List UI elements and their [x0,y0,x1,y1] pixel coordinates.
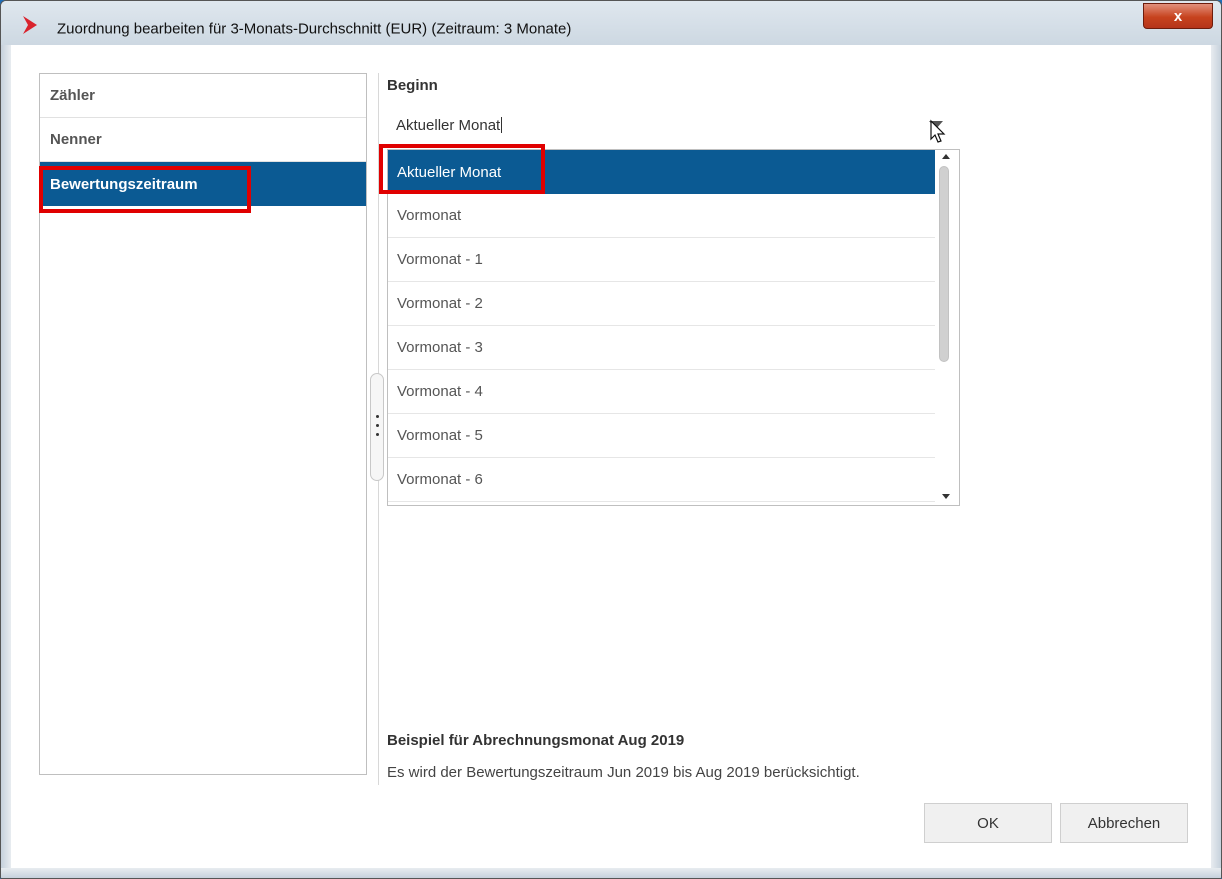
cancel-button[interactable]: Abbrechen [1060,803,1188,843]
grip-dot [376,433,379,436]
window-title: Zuordnung bearbeiten für 3-Monats-Durchs… [57,20,572,38]
scroll-down-icon[interactable] [942,494,950,499]
beginn-dropdown-list: Aktueller Monat Vormonat Vormonat - 1 Vo… [387,149,960,506]
splitter-handle[interactable] [370,373,384,481]
example-title: Beispiel für Abrechnungsmonat Aug 2019 [387,732,685,749]
window-frame-bottom [1,868,1221,878]
scroll-up-icon[interactable] [942,154,950,159]
dropdown-option[interactable]: Vormonat - 1 [388,238,935,282]
app-logo-icon [23,16,37,34]
beginn-label: Beginn [387,77,438,94]
nav-item-label: Nenner [50,131,102,148]
highlight-box-nav [39,166,251,213]
dropdown-option[interactable]: Vormonat [388,194,935,238]
grip-dot [376,424,379,427]
dropdown-option[interactable]: Vormonat - 6 [388,458,935,502]
dropdown-option[interactable]: Vormonat - 3 [388,326,935,370]
nav-item-label: Zähler [50,87,96,104]
grip-dot [376,415,379,418]
dropdown-scrollbar[interactable] [935,150,959,505]
scrollbar-thumb[interactable] [939,166,949,362]
close-button[interactable]: x [1143,3,1213,29]
nav-item-zaehler[interactable]: Zähler [40,74,366,118]
window-frame-right [1211,45,1221,878]
beginn-combobox-value[interactable]: Aktueller Monat [396,117,502,134]
example-text: Es wird der Bewertungszeitraum Jun 2019 … [387,764,860,781]
ok-button[interactable]: OK [924,803,1052,843]
nav-item-nenner[interactable]: Nenner [40,118,366,162]
highlight-box-option [379,144,545,194]
dropdown-option[interactable]: Vormonat - 2 [388,282,935,326]
close-icon: x [1173,7,1183,25]
window-frame-left [1,45,11,878]
dropdown-option[interactable]: Vormonat - 5 [388,414,935,458]
title-bar: Zuordnung bearbeiten für 3-Monats-Durchs… [1,1,1221,45]
mouse-cursor-icon [930,119,946,143]
dropdown-option[interactable]: Vormonat - 4 [388,370,935,414]
dialog-window: Zuordnung bearbeiten für 3-Monats-Durchs… [0,0,1222,879]
dialog-content: Zähler Nenner Bewertungszeitraum Beginn … [11,45,1211,868]
